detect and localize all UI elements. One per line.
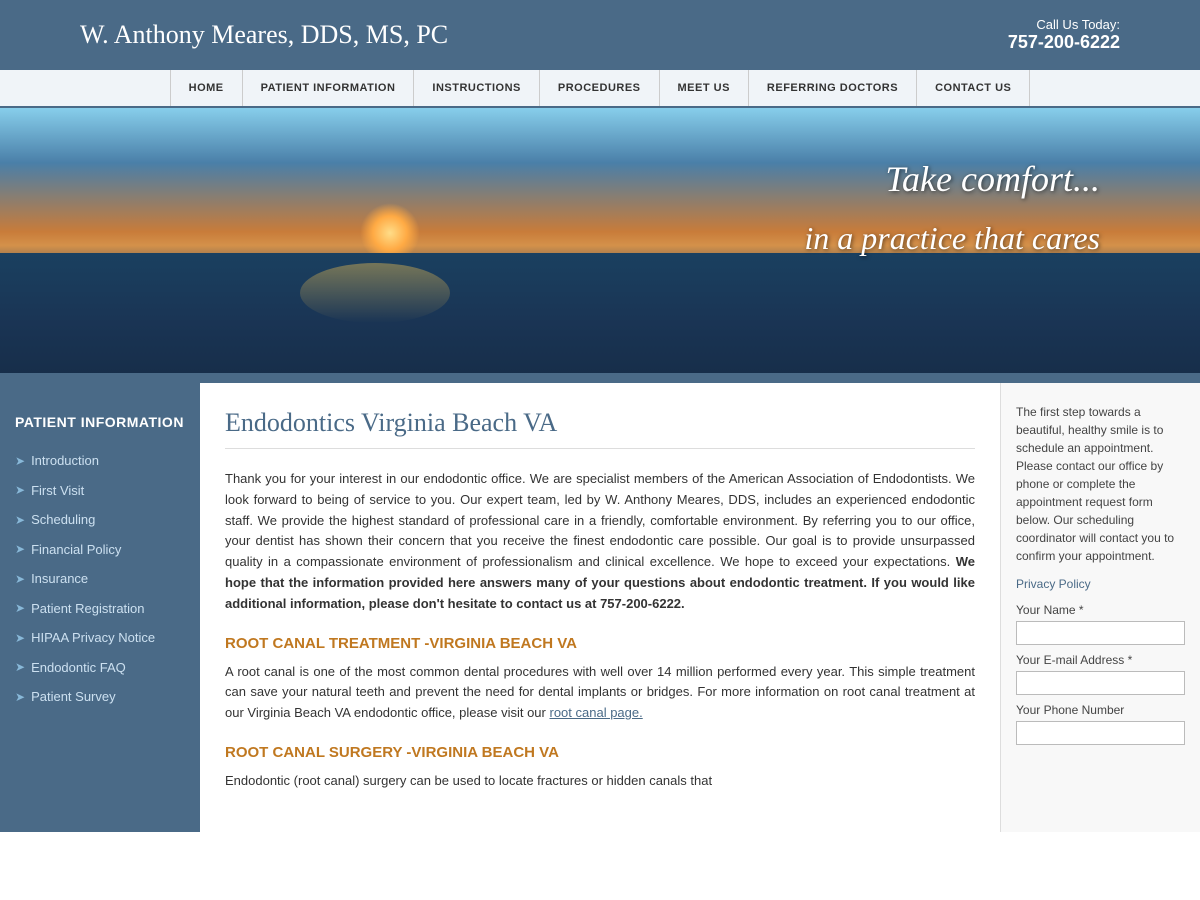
sidebar-item-patient-survey[interactable]: ➤ Patient Survey: [0, 682, 200, 712]
nav-home[interactable]: HOME: [170, 70, 243, 106]
main-nav: HOME PATIENT INFORMATION INSTRUCTIONS PR…: [0, 70, 1200, 108]
main-content: Endodontics Virginia Beach VA Thank you …: [200, 383, 1000, 832]
sidebar-item-financial-policy[interactable]: ➤ Financial Policy: [0, 535, 200, 565]
call-label: Call Us Today:: [1008, 17, 1120, 32]
name-label: Your Name *: [1016, 603, 1185, 617]
sidebar: PATIENT INFORMATION ➤ Introduction ➤ Fir…: [0, 383, 200, 832]
section1-paragraph: A root canal is one of the most common d…: [225, 662, 975, 724]
sidebar-label-patient-registration: Patient Registration: [31, 599, 144, 619]
content-wrapper: PATIENT INFORMATION ➤ Introduction ➤ Fir…: [0, 383, 1200, 832]
intro-paragraph: Thank you for your interest in our endod…: [225, 469, 975, 615]
arrow-icon: ➤: [15, 629, 25, 647]
nav-instructions[interactable]: INSTRUCTIONS: [414, 70, 540, 106]
sidebar-label-first-visit: First Visit: [31, 481, 84, 501]
sidebar-label-faq: Endodontic FAQ: [31, 658, 126, 678]
hero-reflection: [300, 263, 450, 323]
page-title: Endodontics Virginia Beach VA: [225, 408, 975, 449]
sidebar-item-introduction[interactable]: ➤ Introduction: [0, 446, 200, 476]
nav-patient-info[interactable]: PATIENT INFORMATION: [243, 70, 415, 106]
phone-number: 757-200-6222: [1008, 32, 1120, 53]
hero-banner: Take comfort... in a practice that cares: [0, 108, 1200, 383]
sidebar-label-patient-survey: Patient Survey: [31, 687, 116, 707]
nav-referring-doctors[interactable]: REFERRING DOCTORS: [749, 70, 917, 106]
hero-overlay: [0, 373, 1200, 383]
right-panel: The first step towards a beautiful, heal…: [1000, 383, 1200, 832]
arrow-icon: ➤: [15, 599, 25, 617]
right-panel-blurb: The first step towards a beautiful, heal…: [1016, 403, 1185, 565]
nav-contact-us[interactable]: CONTACT US: [917, 70, 1030, 106]
privacy-policy-link[interactable]: Privacy Policy: [1016, 577, 1185, 591]
arrow-icon: ➤: [15, 658, 25, 676]
arrow-icon: ➤: [15, 540, 25, 558]
hero-line2: in a practice that cares: [804, 220, 1100, 257]
sidebar-label-hipaa: HIPAA Privacy Notice: [31, 628, 155, 648]
email-input[interactable]: [1016, 671, 1185, 695]
sidebar-label-insurance: Insurance: [31, 569, 88, 589]
arrow-icon: ➤: [15, 452, 25, 470]
arrow-icon: ➤: [15, 570, 25, 588]
sidebar-item-faq[interactable]: ➤ Endodontic FAQ: [0, 653, 200, 683]
name-input[interactable]: [1016, 621, 1185, 645]
site-header: W. Anthony Meares, DDS, MS, PC Call Us T…: [0, 0, 1200, 70]
hero-water: [0, 253, 1200, 383]
section2-title: ROOT CANAL SURGERY -VIRGINIA BEACH VA: [225, 744, 975, 761]
sidebar-label-introduction: Introduction: [31, 451, 99, 471]
section1-title: ROOT CANAL TREATMENT -VIRGINIA BEACH VA: [225, 635, 975, 652]
phone-label: Your Phone Number: [1016, 703, 1185, 717]
contact-info: Call Us Today: 757-200-6222: [1008, 17, 1120, 53]
phone-input[interactable]: [1016, 721, 1185, 745]
sidebar-item-hipaa[interactable]: ➤ HIPAA Privacy Notice: [0, 623, 200, 653]
arrow-icon: ➤: [15, 511, 25, 529]
sidebar-item-first-visit[interactable]: ➤ First Visit: [0, 476, 200, 506]
arrow-icon: ➤: [15, 481, 25, 499]
nav-meet-us[interactable]: MEET US: [660, 70, 749, 106]
arrow-icon: ➤: [15, 688, 25, 706]
intro-text: Thank you for your interest in our endod…: [225, 471, 975, 569]
site-title: W. Anthony Meares, DDS, MS, PC: [80, 20, 448, 50]
hero-text: Take comfort... in a practice that cares: [804, 158, 1100, 257]
sidebar-item-insurance[interactable]: ➤ Insurance: [0, 564, 200, 594]
sidebar-label-financial-policy: Financial Policy: [31, 540, 121, 560]
hero-line1: Take comfort...: [804, 158, 1100, 200]
sidebar-title: PATIENT INFORMATION: [0, 403, 200, 446]
sidebar-item-patient-registration[interactable]: ➤ Patient Registration: [0, 594, 200, 624]
section2-text: Endodontic (root canal) surgery can be u…: [225, 773, 712, 788]
nav-procedures[interactable]: PROCEDURES: [540, 70, 660, 106]
root-canal-link[interactable]: root canal page.: [550, 705, 643, 720]
sidebar-item-scheduling[interactable]: ➤ Scheduling: [0, 505, 200, 535]
section2-paragraph: Endodontic (root canal) surgery can be u…: [225, 771, 975, 792]
email-label: Your E-mail Address *: [1016, 653, 1185, 667]
sidebar-label-scheduling: Scheduling: [31, 510, 95, 530]
